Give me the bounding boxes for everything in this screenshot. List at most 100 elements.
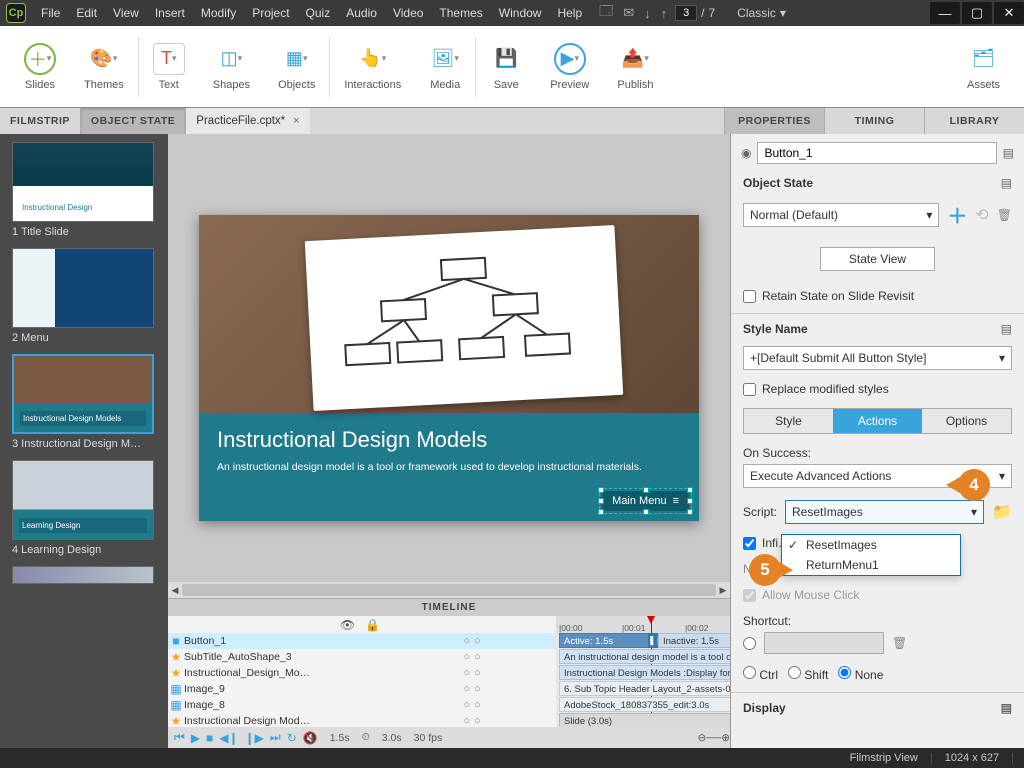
menu-insert[interactable]: Insert xyxy=(148,2,192,24)
style-select[interactable]: +[Default Submit All Button Style]▾ xyxy=(743,346,1012,370)
play-icon[interactable]: ▶ xyxy=(191,731,200,745)
mute-icon[interactable]: 🔇 xyxy=(303,731,318,745)
menu-video[interactable]: Video xyxy=(386,2,430,24)
ribbon-text[interactable]: T▾ Text xyxy=(139,26,199,107)
thumb-label: 1 Title Slide xyxy=(12,226,156,238)
timeline-bar[interactable]: 6. Sub Topic Header Layout_2-assets-02:3… xyxy=(559,681,730,696)
menu-icon[interactable]: ▤ xyxy=(1003,146,1014,160)
eye-icon[interactable]: 👁 xyxy=(340,618,355,632)
minimize-button[interactable]: — xyxy=(930,2,960,24)
mail-icon[interactable]: ✉ xyxy=(623,5,634,21)
timeline-item[interactable]: ■Button_1 xyxy=(168,633,388,649)
ribbon-publish[interactable]: 📤▾ Publish xyxy=(603,26,667,107)
timeline-item[interactable]: ★Instructional Design Mod… xyxy=(168,713,388,727)
script-option-reset[interactable]: ResetImages xyxy=(782,535,960,555)
document-tab[interactable]: PracticeFile.cptx* × xyxy=(186,108,309,134)
menu-themes[interactable]: Themes xyxy=(432,2,489,24)
ribbon-themes[interactable]: 🎨▾ Themes xyxy=(70,26,138,107)
radio-ctrl[interactable]: Ctrl xyxy=(743,666,778,682)
thumb-4[interactable]: Learning Design 4 Learning Design xyxy=(0,460,168,566)
add-state-icon[interactable]: ＋ xyxy=(947,200,967,229)
ribbon-assets[interactable]: 🗂 Assets xyxy=(953,26,1014,107)
up-icon[interactable]: ↑ xyxy=(661,6,668,21)
thumb-3[interactable]: Instructional Design Models 3 Instructio… xyxy=(0,354,168,460)
sync-icon[interactable]: 🗔 xyxy=(599,2,613,24)
slide-canvas[interactable]: Instructional Design Models An instructi… xyxy=(168,134,730,582)
trash-icon[interactable]: 🗑 xyxy=(892,636,907,650)
script-option-return[interactable]: ReturnMenu1 xyxy=(782,555,960,575)
shortcut-radio[interactable] xyxy=(743,637,756,650)
ribbon-media[interactable]: 🖼▾ Media xyxy=(415,26,475,107)
layout-mode-dropdown[interactable]: Classic ▾ xyxy=(731,4,792,22)
rewind-icon[interactable]: ⏮ xyxy=(174,730,185,745)
menu-audio[interactable]: Audio xyxy=(339,2,384,24)
ribbon-interactions-label: Interactions xyxy=(344,79,401,91)
display-header[interactable]: Display▤ xyxy=(731,697,1024,719)
tab-style[interactable]: Style xyxy=(744,409,833,433)
prev-icon[interactable]: ◀❙ xyxy=(219,731,238,745)
tab-options[interactable]: Options xyxy=(922,409,1011,433)
timeline-item[interactable]: ▦Image_9 xyxy=(168,681,388,697)
maximize-button[interactable]: ▢ xyxy=(962,2,992,24)
shortcut-input[interactable] xyxy=(764,632,884,654)
lock-icon[interactable]: 🔒 xyxy=(365,618,380,632)
tab-library[interactable]: LIBRARY xyxy=(924,108,1024,134)
close-icon[interactable]: × xyxy=(293,115,299,127)
ribbon-objects[interactable]: ▦▾ Objects xyxy=(264,26,329,107)
menu-icon[interactable]: ▤ xyxy=(1001,322,1012,336)
menu-quiz[interactable]: Quiz xyxy=(299,2,338,24)
loop-icon[interactable]: ↻ xyxy=(287,731,297,745)
timeline-bar[interactable]: AdobeStock_180837355_edit:3.0s xyxy=(559,697,730,712)
thumb-1[interactable]: Instructional Design 1 Title Slide xyxy=(0,142,168,248)
timeline-bars[interactable]: |00:00 |00:01 |00:02 |00:03 |00:04 Activ… xyxy=(556,616,730,727)
tab-object-state[interactable]: OBJECT STATE xyxy=(81,108,186,134)
ribbon-shapes[interactable]: ◫▾ Shapes xyxy=(199,26,264,107)
ribbon-shapes-label: Shapes xyxy=(213,79,250,91)
menu-project[interactable]: Project xyxy=(245,2,296,24)
ribbon-interactions[interactable]: 👆▾ Interactions xyxy=(330,26,415,107)
trash-icon[interactable]: 🗑 xyxy=(997,208,1012,222)
menu-icon[interactable]: ▤ xyxy=(1001,176,1012,190)
menu-help[interactable]: Help xyxy=(550,2,589,24)
eye-icon[interactable]: ◉ xyxy=(741,146,751,160)
radio-shift[interactable]: Shift xyxy=(788,666,828,682)
stop-icon[interactable]: ■ xyxy=(206,731,213,745)
timeline-item[interactable]: ★Instructional_Design_Mo… xyxy=(168,665,388,681)
timeline-bar[interactable]: An instructional design model is a tool … xyxy=(559,649,730,664)
ribbon-preview[interactable]: ▶▾ Preview xyxy=(536,26,603,107)
folder-icon[interactable]: 📁 xyxy=(992,502,1012,522)
menu-window[interactable]: Window xyxy=(492,2,549,24)
timeline-bar[interactable]: Instructional Design Models :Display for… xyxy=(559,665,730,680)
horizontal-scrollbar[interactable]: ◀▶ xyxy=(168,582,730,598)
menu-edit[interactable]: Edit xyxy=(69,2,104,24)
object-name-input[interactable] xyxy=(757,142,996,164)
tab-properties[interactable]: PROPERTIES xyxy=(724,108,824,134)
tab-actions[interactable]: Actions xyxy=(833,409,922,433)
tab-timing[interactable]: TIMING xyxy=(824,108,924,134)
state-view-button[interactable]: State View xyxy=(820,247,935,271)
timeline-item[interactable]: ★SubTitle_AutoShape_3 xyxy=(168,649,388,665)
retain-state-checkbox[interactable]: Retain State on Slide Revisit xyxy=(743,289,1012,303)
current-slide-input[interactable] xyxy=(675,5,697,21)
ribbon-slides[interactable]: ＋▾ Slides xyxy=(10,26,70,107)
down-icon[interactable]: ↓ xyxy=(644,6,651,21)
close-button[interactable]: ✕ xyxy=(994,2,1024,24)
timeline-bar[interactable]: Slide (3.0s) xyxy=(559,713,730,727)
menu-modify[interactable]: Modify xyxy=(194,2,243,24)
menu-file[interactable]: File xyxy=(34,2,67,24)
script-select[interactable]: ResetImages▾ xyxy=(785,500,984,524)
state-select[interactable]: Normal (Default)▾ xyxy=(743,203,939,227)
thumb-5[interactable] xyxy=(0,566,168,598)
ribbon-save[interactable]: 💾 Save xyxy=(476,26,536,107)
timeline-item[interactable]: ▦Image_8 xyxy=(168,697,388,713)
menu-view[interactable]: View xyxy=(106,2,146,24)
next-icon[interactable]: ❙▶ xyxy=(245,731,264,745)
bar-active[interactable]: Active: 1.5s xyxy=(559,633,651,648)
main-menu-button[interactable]: Main Menu ≡ xyxy=(602,491,689,511)
radio-none[interactable]: None xyxy=(838,666,883,682)
replace-styles-checkbox[interactable]: Replace modified styles xyxy=(743,382,1012,396)
bar-inactive[interactable]: Inactive: 1.5s xyxy=(658,633,730,648)
end-icon[interactable]: ⏭ xyxy=(270,730,281,745)
thumb-2[interactable]: 2 Menu xyxy=(0,248,168,354)
tab-filmstrip[interactable]: FILMSTRIP xyxy=(0,108,81,134)
